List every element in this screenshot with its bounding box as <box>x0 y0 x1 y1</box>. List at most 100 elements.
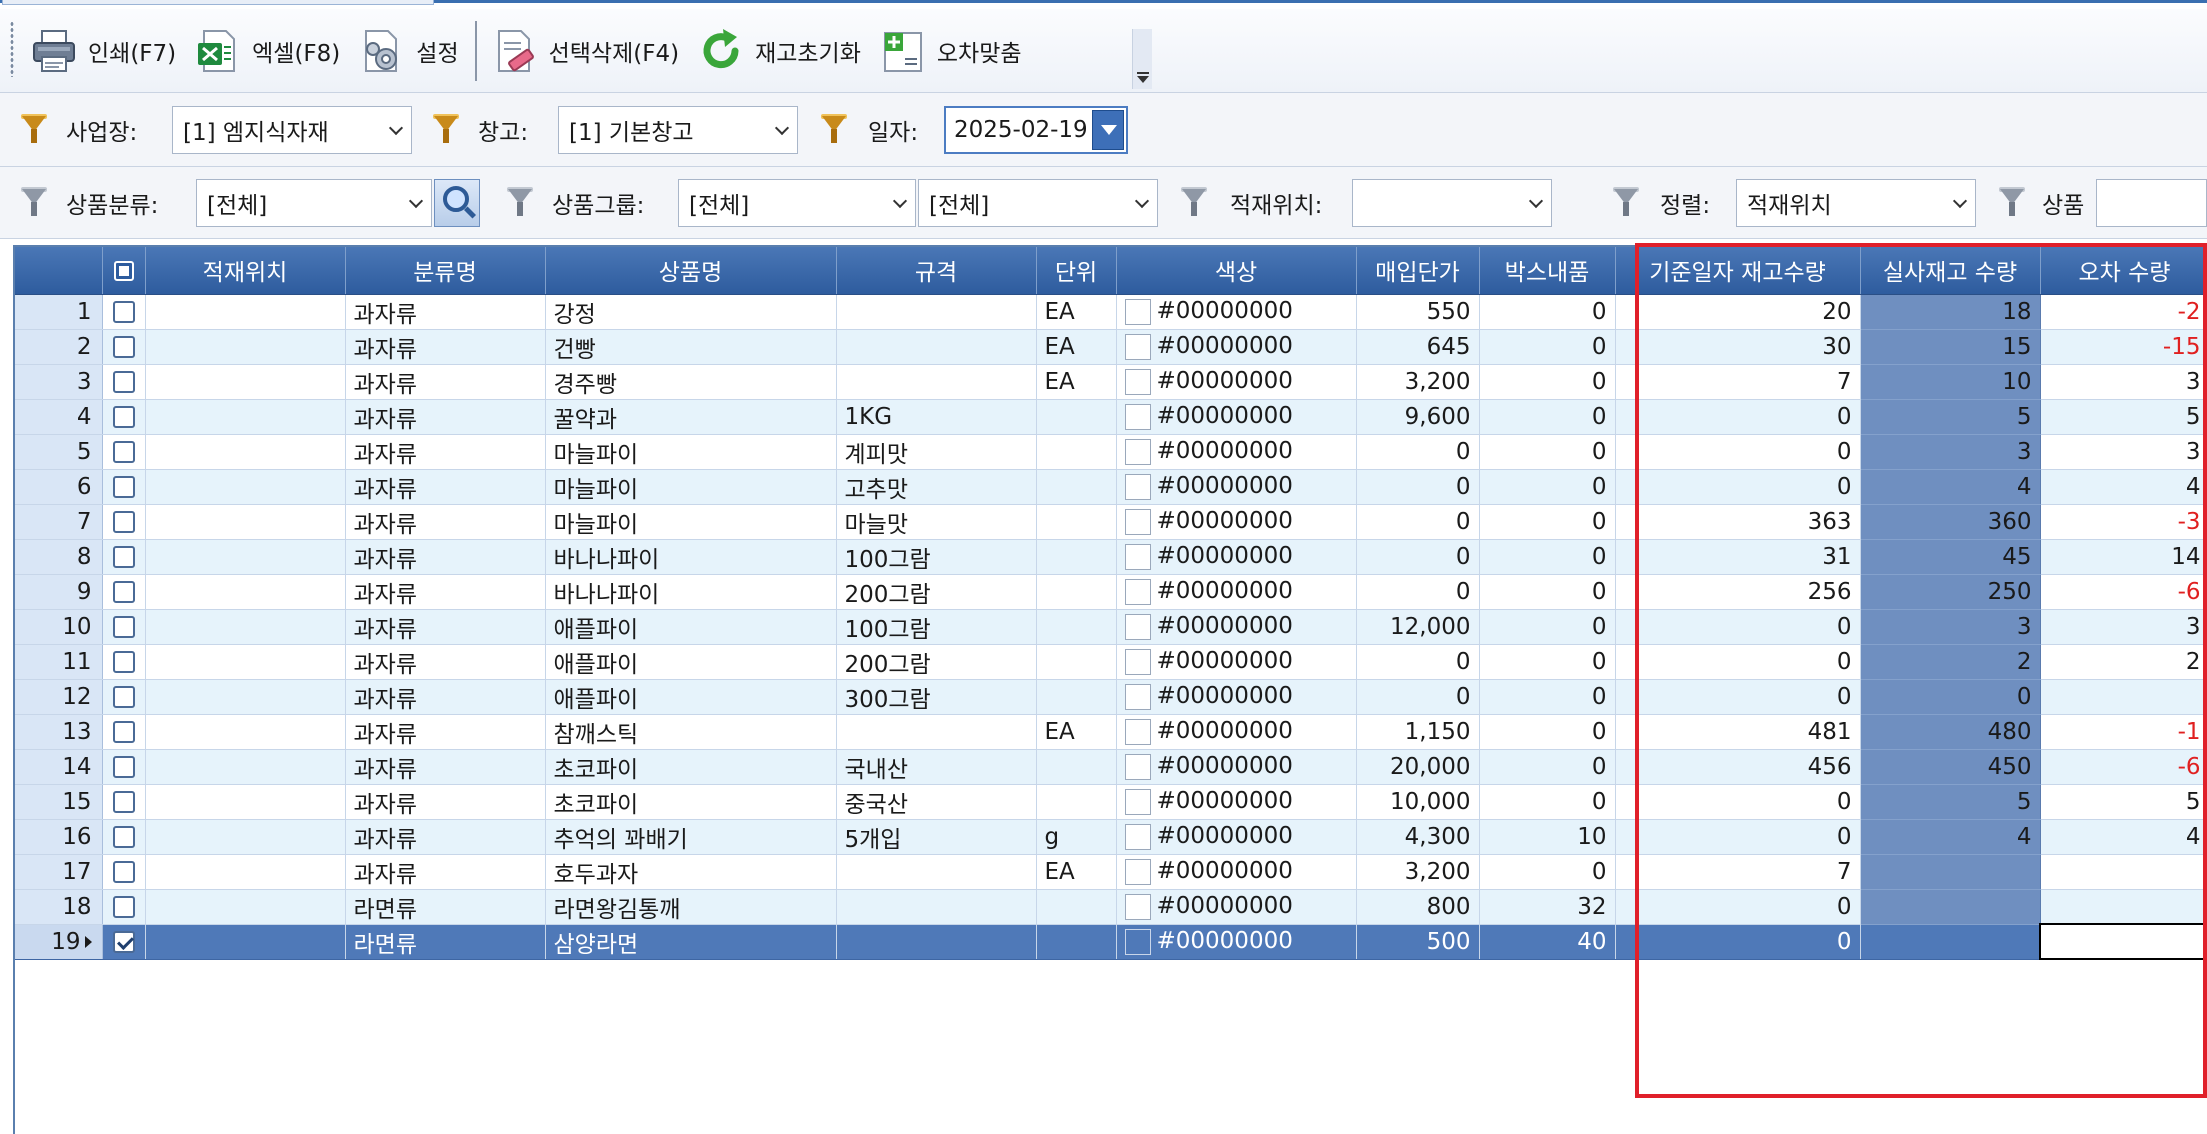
cell-price[interactable]: 0 <box>1356 469 1480 505</box>
cell-base-qty[interactable]: 0 <box>1615 889 1861 925</box>
cell-unit[interactable] <box>1036 924 1117 960</box>
cell-unit[interactable]: EA <box>1036 294 1117 330</box>
cell-spec[interactable]: 200그람 <box>836 644 1037 680</box>
cell-location[interactable] <box>145 679 346 715</box>
cell-actual-qty[interactable]: 250 <box>1860 574 2041 610</box>
row-checkbox-cell[interactable] <box>102 504 146 540</box>
cell-location[interactable] <box>145 854 346 890</box>
cell-base-qty[interactable]: 0 <box>1615 924 1861 960</box>
cell-base-qty[interactable]: 0 <box>1615 784 1861 820</box>
cell-base-qty[interactable]: 0 <box>1615 609 1861 645</box>
cell-box[interactable]: 0 <box>1479 679 1616 715</box>
cell-color[interactable]: #00000000 <box>1116 749 1357 785</box>
business-select[interactable]: [1] 엠지식자재 <box>172 106 412 154</box>
cell-actual-qty[interactable]: 0 <box>1860 679 2041 715</box>
row-checkbox-cell[interactable] <box>102 819 146 855</box>
table-row[interactable]: 18 라면류 라면왕김통깨 #00000000 800 32 0 <box>15 889 2207 925</box>
cell-box[interactable]: 0 <box>1479 644 1616 680</box>
print-button[interactable]: 인쇄(F7) <box>22 16 186 86</box>
cell-box[interactable]: 0 <box>1479 574 1616 610</box>
cell-diff[interactable]: 14 <box>2040 539 2207 575</box>
cell-location[interactable] <box>145 539 346 575</box>
cell-name[interactable]: 라면왕김통깨 <box>545 889 837 925</box>
cell-spec[interactable] <box>836 329 1037 365</box>
cell-name[interactable]: 마늘파이 <box>545 434 837 470</box>
col-name[interactable]: 상품명 <box>545 247 837 295</box>
cell-actual-qty[interactable]: 5 <box>1860 399 2041 435</box>
cell-actual-qty[interactable]: 4 <box>1860 819 2041 855</box>
table-row[interactable]: 5 과자류 마늘파이 계피맛 #00000000 0 0 0 3 3 <box>15 434 2207 470</box>
cell-name[interactable]: 바나나파이 <box>545 539 837 575</box>
cell-category[interactable]: 과자류 <box>345 434 546 470</box>
row-checkbox-cell[interactable] <box>102 434 146 470</box>
cell-box[interactable]: 40 <box>1479 924 1616 960</box>
col-color[interactable]: 색상 <box>1116 247 1357 295</box>
cell-color[interactable]: #00000000 <box>1116 469 1357 505</box>
row-checkbox-cell[interactable] <box>102 644 146 680</box>
cell-diff[interactable]: -2 <box>2040 294 2207 330</box>
cell-category[interactable]: 과자류 <box>345 784 546 820</box>
cell-unit[interactable] <box>1036 749 1117 785</box>
date-picker[interactable]: 2025-02-19 <box>944 106 1128 154</box>
cell-diff[interactable]: -1 <box>2040 714 2207 750</box>
cell-color[interactable]: #00000000 <box>1116 644 1357 680</box>
cell-color[interactable]: #00000000 <box>1116 924 1357 960</box>
reset-stock-button[interactable]: 재고초기화 <box>689 16 871 86</box>
cell-spec[interactable]: 고추맛 <box>836 469 1037 505</box>
col-category[interactable]: 분류명 <box>345 247 546 295</box>
cell-location[interactable] <box>145 819 346 855</box>
cell-diff[interactable]: 5 <box>2040 784 2207 820</box>
table-row[interactable]: 15 과자류 초코파이 중국산 #00000000 10,000 0 0 5 5 <box>15 784 2207 820</box>
cell-name[interactable]: 삼양라면 <box>545 924 837 960</box>
cell-location[interactable] <box>145 924 346 960</box>
cell-category[interactable]: 과자류 <box>345 679 546 715</box>
cell-price[interactable]: 3,200 <box>1356 364 1480 400</box>
cell-category[interactable]: 과자류 <box>345 504 546 540</box>
cell-location[interactable] <box>145 399 346 435</box>
row-checkbox[interactable] <box>112 896 135 918</box>
cell-box[interactable]: 0 <box>1479 714 1616 750</box>
cell-location[interactable] <box>145 469 346 505</box>
cell-location[interactable] <box>145 644 346 680</box>
cell-diff[interactable] <box>2040 679 2207 715</box>
cell-box[interactable]: 10 <box>1479 819 1616 855</box>
row-checkbox-cell[interactable] <box>102 749 146 785</box>
table-row[interactable]: 9 과자류 바나나파이 200그람 #00000000 0 0 256 250 -6 <box>15 574 2207 610</box>
delete-selected-button[interactable]: 선택삭제(F4) <box>483 16 689 86</box>
cell-color[interactable]: #00000000 <box>1116 714 1357 750</box>
table-row[interactable]: 2 과자류 건빵 EA #00000000 645 0 30 15 -15 <box>15 329 2207 365</box>
cell-spec[interactable]: 마늘맛 <box>836 504 1037 540</box>
cell-unit[interactable] <box>1036 644 1117 680</box>
cell-diff[interactable]: -6 <box>2040 574 2207 610</box>
cell-category[interactable]: 과자류 <box>345 294 546 330</box>
cell-actual-qty[interactable]: 15 <box>1860 329 2041 365</box>
cell-color[interactable]: #00000000 <box>1116 329 1357 365</box>
cell-name[interactable]: 강정 <box>545 294 837 330</box>
cell-base-qty[interactable]: 0 <box>1615 399 1861 435</box>
cell-location[interactable] <box>145 574 346 610</box>
cell-diff[interactable]: 3 <box>2040 364 2207 400</box>
col-box[interactable]: 박스내품 <box>1479 247 1616 295</box>
cell-unit[interactable] <box>1036 889 1117 925</box>
row-checkbox[interactable] <box>112 931 135 953</box>
cell-spec[interactable] <box>836 924 1037 960</box>
cell-spec[interactable]: 100그람 <box>836 609 1037 645</box>
cell-spec[interactable]: 국내산 <box>836 749 1037 785</box>
cell-actual-qty[interactable]: 5 <box>1860 784 2041 820</box>
cell-color[interactable]: #00000000 <box>1116 889 1357 925</box>
cell-actual-qty[interactable]: 18 <box>1860 294 2041 330</box>
cell-name[interactable]: 참깨스틱 <box>545 714 837 750</box>
cell-unit[interactable] <box>1036 399 1117 435</box>
row-checkbox[interactable] <box>112 581 135 603</box>
cell-box[interactable]: 0 <box>1479 294 1616 330</box>
row-checkbox-cell[interactable] <box>102 679 146 715</box>
row-checkbox[interactable] <box>112 301 135 323</box>
cell-base-qty[interactable]: 20 <box>1615 294 1861 330</box>
cell-color[interactable]: #00000000 <box>1116 574 1357 610</box>
cell-spec[interactable]: 5개입 <box>836 819 1037 855</box>
cell-color[interactable]: #00000000 <box>1116 434 1357 470</box>
cell-name[interactable]: 애플파이 <box>545 609 837 645</box>
cell-name[interactable]: 애플파이 <box>545 644 837 680</box>
cell-spec[interactable]: 중국산 <box>836 784 1037 820</box>
row-checkbox[interactable] <box>112 826 135 848</box>
